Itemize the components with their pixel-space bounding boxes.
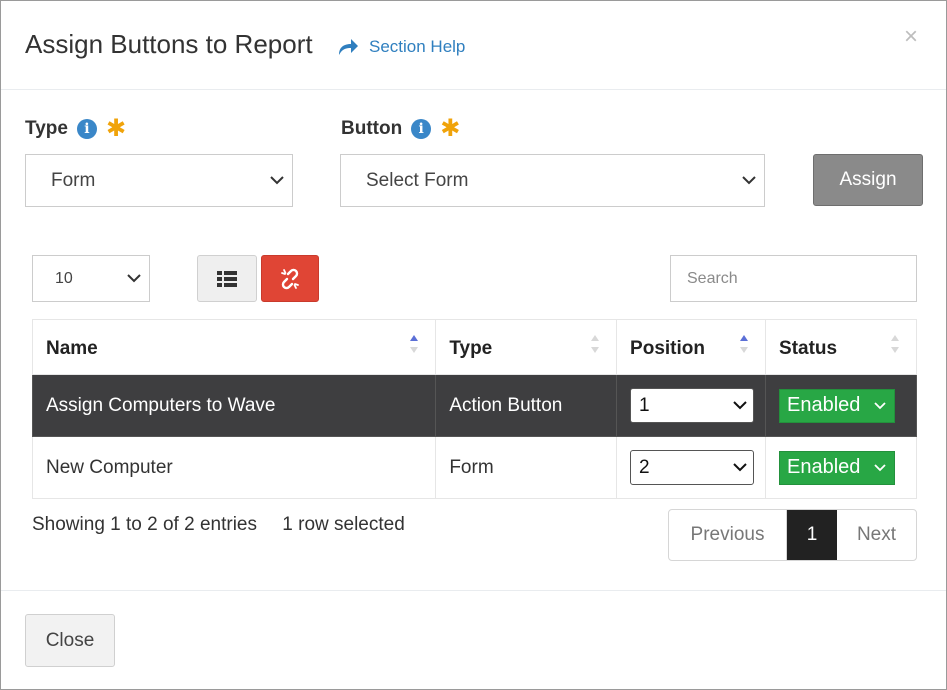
- chevron-down-icon: [270, 176, 284, 185]
- button-label: Button: [341, 118, 403, 139]
- page-length-select[interactable]: 10: [32, 255, 150, 302]
- status-dropdown[interactable]: Enabled: [779, 388, 896, 423]
- assign-buttons-modal: Assign Buttons to Report Section Help × …: [0, 0, 947, 690]
- column-header-label: Type: [449, 338, 493, 359]
- info-icon[interactable]: i: [76, 119, 97, 139]
- section-help-label: Section Help: [369, 37, 466, 56]
- modal-header: Assign Buttons to Report Section Help ×: [1, 1, 946, 90]
- chevron-down-icon: [127, 274, 141, 283]
- sort-asc-icon: [740, 335, 749, 353]
- modal-footer: Close: [1, 590, 946, 689]
- table-row[interactable]: New Computer Form 2 Enabled: [31, 436, 917, 499]
- column-header-label: Name: [46, 338, 98, 359]
- column-header-label: Status: [779, 338, 838, 359]
- share-icon: [339, 39, 358, 55]
- info-icon[interactable]: i: [411, 119, 432, 139]
- position-value: 2: [639, 456, 650, 478]
- sort-icon: [591, 335, 600, 353]
- status-value: Enabled: [787, 394, 861, 416]
- type-select[interactable]: Form: [25, 154, 293, 207]
- list-view-button[interactable]: [197, 255, 257, 302]
- required-icon: ✱: [440, 115, 461, 142]
- position-select[interactable]: 1: [630, 388, 755, 423]
- position-select[interactable]: 2: [630, 450, 755, 485]
- page-1-button[interactable]: 1: [787, 510, 837, 560]
- section-help-link[interactable]: Section Help: [337, 37, 465, 57]
- close-icon[interactable]: ×: [904, 25, 918, 49]
- type-select-value: Form: [51, 169, 96, 191]
- column-header-name[interactable]: Name: [31, 319, 437, 375]
- page-length-value: 10: [55, 269, 73, 287]
- type-label-row: Type i ✱: [25, 115, 127, 142]
- next-page-button[interactable]: Next: [837, 510, 916, 560]
- chevron-down-icon: [874, 464, 886, 472]
- position-value: 1: [639, 394, 650, 416]
- pagination: Previous 1 Next: [668, 509, 917, 561]
- unlink-icon: [281, 268, 299, 289]
- buttons-table: Name Type Position Status Assign Compute…: [31, 319, 917, 499]
- cell-type: Form: [435, 436, 618, 499]
- close-button[interactable]: Close: [25, 614, 115, 667]
- cell-status: Enabled: [765, 374, 917, 437]
- column-header-position[interactable]: Position: [616, 319, 767, 375]
- table-info: Showing 1 to 2 of 2 entries 1 row select…: [32, 514, 405, 536]
- type-label: Type: [25, 118, 68, 139]
- modal-title: Assign Buttons to Report: [25, 29, 313, 59]
- status-dropdown[interactable]: Enabled: [779, 450, 896, 485]
- assign-button[interactable]: Assign: [813, 154, 923, 206]
- column-header-status[interactable]: Status: [765, 319, 917, 375]
- chevron-down-icon: [874, 402, 886, 410]
- button-select[interactable]: Select Form: [340, 154, 765, 207]
- selected-info: 1 row selected: [282, 514, 405, 535]
- list-icon: [217, 270, 237, 287]
- entries-info: Showing 1 to 2 of 2 entries: [32, 514, 257, 535]
- cell-status: Enabled: [765, 436, 917, 499]
- column-header-label: Position: [630, 338, 705, 359]
- cell-position: 1: [616, 374, 767, 437]
- cell-name: Assign Computers to Wave: [31, 374, 437, 437]
- button-select-value: Select Form: [366, 169, 469, 191]
- table-row[interactable]: Assign Computers to Wave Action Button 1…: [31, 374, 917, 437]
- cell-type: Action Button: [435, 374, 618, 437]
- table-header-row: Name Type Position Status: [31, 319, 917, 375]
- required-icon: ✱: [105, 115, 127, 142]
- unassign-button[interactable]: [261, 255, 319, 302]
- previous-page-button[interactable]: Previous: [669, 510, 787, 560]
- button-label-row: Button i ✱: [341, 115, 461, 142]
- sort-asc-icon: [410, 335, 419, 353]
- sort-icon: [891, 335, 899, 353]
- status-value: Enabled: [787, 456, 861, 478]
- cell-name: New Computer: [31, 436, 437, 499]
- search-input[interactable]: [670, 255, 917, 302]
- chevron-down-icon: [733, 401, 747, 410]
- column-header-type[interactable]: Type: [435, 319, 618, 375]
- chevron-down-icon: [742, 176, 756, 185]
- cell-position: 2: [616, 436, 767, 499]
- chevron-down-icon: [733, 463, 747, 472]
